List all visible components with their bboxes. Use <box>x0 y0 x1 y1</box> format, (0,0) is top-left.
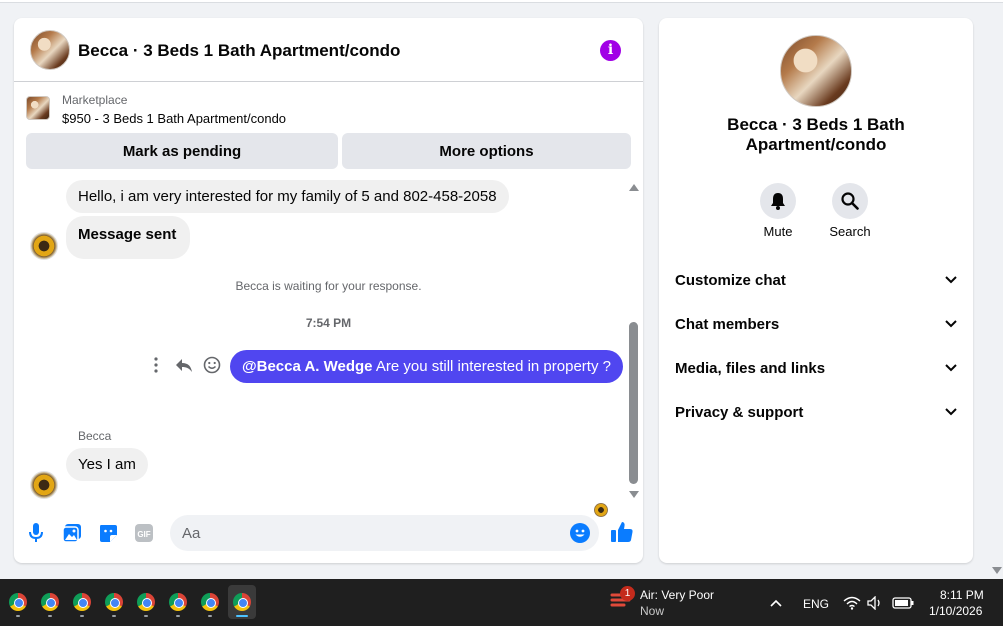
message-bubble[interactable]: Yes I am <box>66 448 148 481</box>
more-options-button[interactable]: More options <box>342 133 631 169</box>
clock-time[interactable]: 8:11 PM <box>940 588 984 602</box>
chat-header: Becca · 3 Beds 1 Bath Apartment/condo i <box>14 18 643 82</box>
top-strip <box>0 0 1003 3</box>
message-actions <box>146 355 222 375</box>
input-language[interactable]: ENG <box>803 597 829 611</box>
chrome-icon <box>169 593 187 611</box>
chrome-icon <box>73 593 91 611</box>
taskbar-chrome-window[interactable] <box>164 585 192 619</box>
mark-as-pending-button[interactable]: Mark as pending <box>26 133 338 169</box>
taskbar-chrome-window-active[interactable] <box>228 585 256 619</box>
running-indicator <box>16 615 20 617</box>
search-icon <box>841 192 859 210</box>
gif-icon[interactable]: GIF <box>132 521 156 545</box>
scroll-down-arrow-icon[interactable] <box>629 491 639 498</box>
mute-button[interactable] <box>760 183 796 219</box>
chrome-icon <box>105 593 123 611</box>
chat-members-row[interactable]: Chat members <box>675 306 957 342</box>
volume-icon[interactable] <box>866 594 884 612</box>
message-bubble[interactable]: Hello, i am very interested for my famil… <box>66 180 509 213</box>
info-icon[interactable]: i <box>600 40 621 61</box>
reply-icon[interactable] <box>174 355 194 375</box>
show-hidden-icons-chevron-up-icon[interactable] <box>767 594 785 612</box>
chrome-icon <box>41 593 59 611</box>
like-thumbs-up-icon[interactable] <box>610 520 634 544</box>
taskbar-chrome-window[interactable] <box>132 585 160 619</box>
taskbar-chrome-window[interactable] <box>196 585 224 619</box>
running-indicator <box>208 615 212 617</box>
message-scrollbar[interactable] <box>628 182 640 500</box>
wifi-icon[interactable] <box>843 594 861 612</box>
marketplace-banner: Marketplace $950 - 3 Beds 1 Bath Apartme… <box>14 83 643 183</box>
running-indicator <box>112 615 116 617</box>
bell-icon <box>771 193 785 210</box>
message-input[interactable] <box>170 515 599 551</box>
message-composer: GIF <box>14 511 643 561</box>
sender-avatar[interactable] <box>30 471 58 499</box>
emoji-picker-icon[interactable] <box>570 523 590 543</box>
chevron-down-icon <box>945 320 957 328</box>
media-files-links-row[interactable]: Media, files and links <box>675 350 957 386</box>
privacy-support-row[interactable]: Privacy & support <box>675 394 957 430</box>
info-title: Becca · 3 Beds 1 Bath Apartment/condo <box>727 115 905 154</box>
mention-tag[interactable]: @Becca A. Wedge <box>242 358 373 375</box>
conversation-info-panel: Becca · 3 Beds 1 Bath Apartment/condo Mu… <box>659 18 973 563</box>
privacy-support-label: Privacy & support <box>675 403 804 421</box>
react-emoji-icon[interactable] <box>202 355 222 375</box>
message-list: Hello, i am very interested for my famil… <box>14 180 643 517</box>
chat-panel: Becca · 3 Beds 1 Bath Apartment/condo i … <box>14 18 643 563</box>
sender-name: Becca <box>78 429 112 443</box>
outgoing-message-bubble[interactable]: @Becca A. Wedge Are you still interested… <box>230 350 623 383</box>
customize-chat-row[interactable]: Customize chat <box>675 262 957 298</box>
chevron-down-icon <box>945 408 957 416</box>
more-vertical-icon[interactable] <box>146 355 166 375</box>
clock-date[interactable]: 1/10/2026 <box>929 604 982 618</box>
weather-status-text[interactable]: Air: Very Poor <box>640 588 714 602</box>
photo-attach-icon[interactable] <box>60 521 84 545</box>
media-files-links-label: Media, files and links <box>675 359 826 377</box>
sender-avatar[interactable] <box>30 232 58 260</box>
weather-subtext: Now <box>640 604 665 618</box>
sticker-icon[interactable] <box>96 521 120 545</box>
message-text: Are you still interested in property ? <box>372 358 611 375</box>
svg-text:GIF: GIF <box>137 530 150 539</box>
search-label: Search <box>829 224 871 239</box>
running-indicator <box>80 615 84 617</box>
scrollbar-thumb[interactable] <box>629 322 638 484</box>
chrome-icon <box>201 593 219 611</box>
chevron-down-icon <box>945 276 957 284</box>
marketplace-label: Marketplace <box>62 93 128 107</box>
chat-title[interactable]: Becca · 3 Beds 1 Bath Apartment/condo <box>78 41 400 61</box>
page-scroll-down-arrow-icon[interactable] <box>992 567 1002 574</box>
microphone-icon[interactable] <box>24 521 48 545</box>
battery-icon[interactable] <box>892 594 914 612</box>
scroll-up-arrow-icon[interactable] <box>629 184 639 191</box>
listing-summary[interactable]: $950 - 3 Beds 1 Bath Apartment/condo <box>62 111 286 126</box>
listing-thumbnail[interactable] <box>26 96 50 120</box>
taskbar-chrome-window[interactable] <box>4 585 32 619</box>
chrome-icon <box>233 593 251 611</box>
taskbar-chrome-window[interactable] <box>36 585 64 619</box>
weather-notification-badge: 1 <box>620 586 635 601</box>
message-timestamp: 7:54 PM <box>305 316 352 330</box>
customize-chat-label: Customize chat <box>675 271 786 289</box>
windows-taskbar: 1 Air: Very Poor Now ENG 8:11 PM 1/10/20… <box>0 579 1003 626</box>
running-indicator <box>176 615 180 617</box>
taskbar-chrome-window[interactable] <box>68 585 96 619</box>
search-button[interactable] <box>832 183 868 219</box>
chrome-icon <box>137 593 155 611</box>
active-indicator <box>236 615 248 617</box>
system-note: Becca is waiting for your response. <box>235 279 422 293</box>
chevron-down-icon <box>945 364 957 372</box>
chat-members-label: Chat members <box>675 315 780 333</box>
running-indicator <box>48 615 52 617</box>
mute-label: Mute <box>763 224 793 239</box>
taskbar-chrome-window[interactable] <box>100 585 128 619</box>
running-indicator <box>144 615 148 617</box>
listing-avatar[interactable] <box>30 30 70 70</box>
listing-avatar-large[interactable] <box>780 35 852 107</box>
message-bubble[interactable]: Message sent <box>66 216 191 259</box>
chrome-icon <box>9 593 27 611</box>
